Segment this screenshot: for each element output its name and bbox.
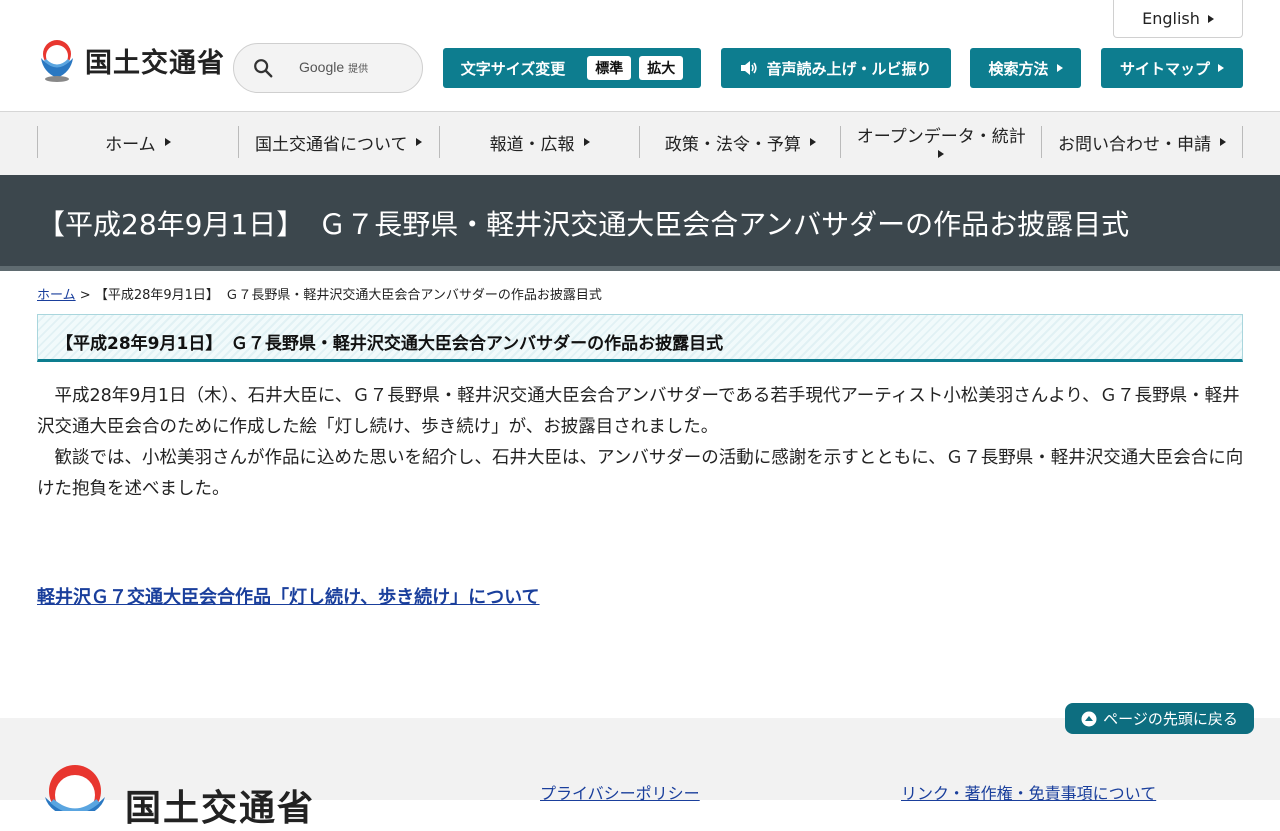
sitemap-button[interactable]: サイトマップ — [1101, 48, 1243, 88]
global-nav-list: ホーム 国土交通省について 報道・広報 政策・法令・予算 オープンデータ・統計 … — [37, 126, 1243, 158]
arrow-right-icon — [1056, 64, 1063, 72]
arrow-right-icon — [809, 138, 816, 146]
search-method-label: 検索方法 — [988, 59, 1049, 78]
search-input[interactable] — [288, 60, 408, 76]
article-paragraph: 平成28年9月1日（木）、石井大臣に、Ｇ７長野県・軽井沢交通大臣会合アンバサダー… — [37, 386, 1240, 437]
arrow-up-circle-icon — [1081, 711, 1097, 726]
mlit-logo[interactable]: 国土交通省 — [37, 38, 225, 82]
voice-reading-label: 音声読み上げ・ルビ振り — [766, 59, 932, 78]
arrow-right-icon — [1207, 14, 1214, 23]
article-paragraph: 歓談では、小松美羽さんが作品に込めた思いを紹介し、石井大臣は、アンバサダーの活動… — [37, 448, 1244, 499]
mlit-emblem-icon — [45, 765, 105, 811]
global-nav: ホーム 国土交通省について 報道・広報 政策・法令・予算 オープンデータ・統計 … — [0, 112, 1280, 175]
nav-item-label: 政策・法令・予算 — [664, 134, 801, 155]
nav-item-label: オープンデータ・統計 — [856, 127, 1026, 147]
nav-item-opendata[interactable]: オープンデータ・統計 — [841, 126, 1043, 158]
article-body: 平成28年9月1日（木）、石井大臣に、Ｇ７長野県・軽井沢交通大臣会合アンバサダー… — [37, 381, 1247, 505]
nav-item-about[interactable]: 国土交通省について — [239, 126, 440, 158]
search-method-button[interactable]: 検索方法 — [970, 48, 1081, 88]
page-title-band: 【平成28年9月1日】 Ｇ７長野県・軽井沢交通大臣会合アンバサダーの作品お披露目… — [0, 175, 1280, 271]
page-top-button[interactable]: ページの先頭に戻る — [1065, 703, 1254, 734]
sitemap-label: サイトマップ — [1119, 59, 1210, 78]
nav-item-press[interactable]: 報道・広報 — [440, 126, 641, 158]
english-label: English — [1142, 9, 1200, 28]
nav-item-contact[interactable]: お問い合わせ・申請 — [1042, 126, 1243, 158]
nav-item-label: お問い合わせ・申請 — [1058, 134, 1212, 155]
links-copyright-link[interactable]: リンク・著作権・免責事項について — [901, 780, 1156, 804]
nav-item-policy[interactable]: 政策・法令・予算 — [640, 126, 842, 158]
arrow-right-icon — [164, 138, 171, 146]
breadcrumb: ホーム > 【平成28年9月1日】 Ｇ７長野県・軽井沢交通大臣会合アンバサダーの… — [37, 284, 602, 303]
arrow-right-icon — [583, 138, 590, 146]
search-box[interactable]: Google 提供 — [233, 43, 423, 93]
artwork-document-link[interactable]: 軽井沢Ｇ７交通大臣会合作品「灯し続け、歩き続け」について — [37, 583, 540, 609]
arrow-right-icon — [938, 150, 945, 158]
nav-item-label: 報道・広報 — [489, 134, 575, 155]
privacy-policy-link[interactable]: プライバシーポリシー — [540, 780, 700, 804]
breadcrumb-current: 【平成28年9月1日】 Ｇ７長野県・軽井沢交通大臣会合アンバサダーの作品お披露目… — [94, 288, 602, 303]
arrow-right-icon — [416, 138, 423, 146]
site-header: 国土交通省 Google 提供 文字サイズ変更 標準 拡大 音声読み上げ・ルビ振り… — [0, 0, 1280, 112]
font-size-standard-button[interactable]: 標準 — [587, 56, 632, 80]
footer-logo[interactable]: 国土交通省 — [37, 761, 315, 831]
english-link[interactable]: English — [1113, 0, 1243, 38]
search-icon[interactable] — [252, 57, 274, 79]
section-heading-text: 【平成28年9月1日】 Ｇ７長野県・軽井沢交通大臣会合アンバサダーの作品お披露目… — [56, 334, 724, 354]
font-size-control: 文字サイズ変更 標準 拡大 — [443, 48, 701, 88]
nav-item-label: ホーム — [105, 134, 156, 155]
nav-item-label: 国土交通省について — [254, 134, 408, 155]
breadcrumb-separator: > — [79, 288, 91, 303]
mlit-emblem-icon — [41, 40, 73, 82]
speaker-icon — [741, 61, 758, 75]
logo-text: 国土交通省 — [85, 47, 225, 79]
font-size-label: 文字サイズ変更 — [460, 59, 566, 78]
nav-item-home[interactable]: ホーム — [38, 126, 239, 158]
breadcrumb-home-link[interactable]: ホーム — [37, 288, 76, 303]
arrow-right-icon — [1220, 138, 1227, 146]
arrow-right-icon — [1218, 64, 1224, 72]
font-size-large-button[interactable]: 拡大 — [639, 56, 684, 80]
footer-logo-text: 国土交通省 — [125, 788, 316, 829]
page-title: 【平成28年9月1日】 Ｇ７長野県・軽井沢交通大臣会合アンバサダーの作品お披露目… — [37, 208, 1130, 241]
voice-reading-button[interactable]: 音声読み上げ・ルビ振り — [721, 48, 951, 88]
page-top-label: ページの先頭に戻る — [1103, 710, 1238, 728]
section-heading: 【平成28年9月1日】 Ｇ７長野県・軽井沢交通大臣会合アンバサダーの作品お披露目… — [37, 314, 1243, 362]
